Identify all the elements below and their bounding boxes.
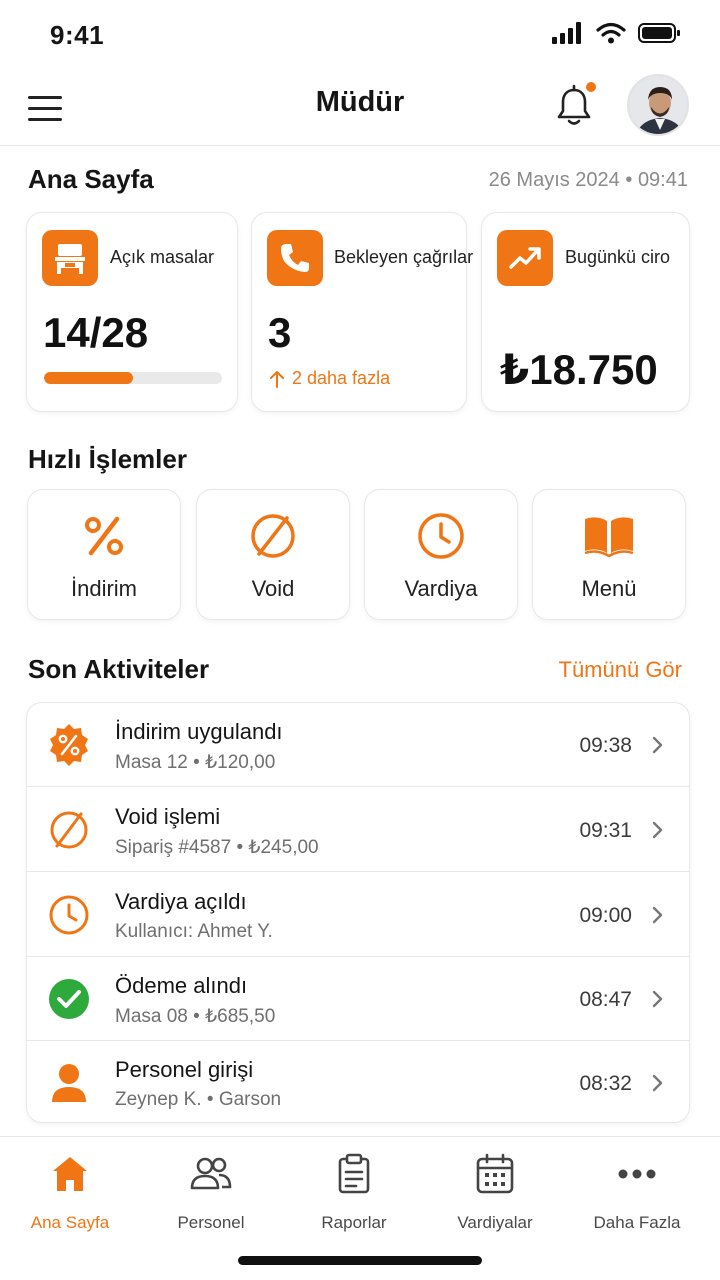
activity-subtitle: Kullanıcı: Ahmet Y. — [115, 921, 273, 942]
chevron-right-icon — [652, 990, 663, 1008]
activity-time: 08:32 — [579, 1072, 632, 1095]
app-header: Müdür — [0, 72, 720, 146]
avatar-image — [629, 76, 687, 134]
see-all-link[interactable]: Tümünü Gör — [559, 657, 683, 683]
pending-calls-trend: 2 daha fazla — [270, 368, 390, 389]
avatar[interactable] — [627, 74, 689, 136]
tab-label: Daha Fazla — [593, 1213, 681, 1232]
tab-reports[interactable]: Raporlar — [284, 1151, 424, 1241]
pending-calls-card[interactable]: Bekleyen çağrılar 3 2 daha fazla — [251, 212, 473, 412]
void-action-button[interactable]: Void — [196, 489, 350, 620]
revenue-value: ₺18.750 — [500, 346, 658, 393]
activity-time: 09:38 — [579, 734, 632, 757]
home-indicator[interactable] — [238, 1256, 482, 1265]
pending-calls-trend-text: 2 daha fazla — [292, 368, 391, 388]
activity-title: Void işlemi — [115, 804, 221, 829]
current-time: 09:41 — [637, 169, 688, 191]
void-icon — [47, 808, 91, 852]
activity-subtitle: Zeynep K. • Garson — [115, 1089, 282, 1110]
chevron-right-icon — [652, 906, 663, 924]
check-circle-icon — [47, 977, 91, 1021]
tab-label: Personel — [177, 1213, 245, 1232]
discount-action-label: İndirim — [70, 576, 137, 601]
activity-row-shift[interactable]: Vardiya açıldı Kullanıcı: Ahmet Y. 09:00 — [27, 873, 689, 957]
signal-icon — [552, 22, 581, 44]
percent-icon — [76, 508, 132, 564]
activity-title: Ödeme alındı — [115, 973, 248, 998]
activity-title: Vardiya açıldı — [115, 889, 247, 914]
activity-row-payment[interactable]: Ödeme alındı Masa 08 • ₺685,50 08:47 — [27, 957, 689, 1041]
clock-icon — [413, 508, 469, 564]
tab-staff[interactable]: Personel — [141, 1151, 281, 1241]
current-date: 26 Mayıs 2024 — [488, 169, 620, 191]
tab-shifts[interactable]: Vardiyalar — [425, 1151, 565, 1241]
activity-time: 08:47 — [579, 988, 632, 1011]
shift-action-button[interactable]: Vardiya — [364, 489, 518, 620]
arrow-up-icon — [270, 370, 284, 388]
activities-title: Son Aktiviteler — [28, 654, 210, 684]
calendar-icon — [472, 1151, 518, 1197]
activity-title: Personel girişi — [115, 1057, 254, 1082]
wifi-icon — [596, 22, 626, 44]
phone-icon — [267, 230, 323, 286]
battery-icon — [638, 23, 680, 43]
discount-badge-icon — [47, 723, 91, 767]
open-tables-value: 14/28 — [43, 309, 149, 356]
clipboard-icon — [331, 1151, 377, 1197]
trending-up-icon — [497, 230, 553, 286]
activity-row-void[interactable]: Void işlemi Sipariş #4587 • ₺245,00 09:3… — [27, 788, 689, 872]
open-tables-label: Açık masalar — [110, 247, 215, 267]
book-icon — [581, 508, 637, 564]
chevron-right-icon — [652, 736, 663, 754]
status-bar: 9:41 — [0, 0, 720, 72]
notification-dot — [586, 82, 596, 92]
people-icon — [188, 1151, 234, 1197]
tab-label: Vardiyalar — [457, 1213, 533, 1232]
tab-more[interactable]: Daha Fazla — [567, 1151, 707, 1241]
activity-subtitle: Masa 12 • ₺120,00 — [115, 752, 276, 773]
chevron-right-icon — [652, 1074, 663, 1092]
menu-action-button[interactable]: Menü — [532, 489, 686, 620]
clock-icon — [47, 893, 91, 937]
revenue-label: Bugünkü ciro — [565, 247, 671, 267]
status-icons — [552, 22, 682, 44]
status-time: 9:41 — [50, 20, 105, 50]
activity-time: 09:31 — [579, 819, 632, 842]
date-time-line: 26 Mayıs 2024 • 09:41 — [488, 169, 688, 191]
revenue-card[interactable]: Bugünkü ciro ₺18.750 — [481, 212, 690, 412]
activity-subtitle: Sipariş #4587 • ₺245,00 — [115, 837, 319, 858]
home-icon — [47, 1151, 93, 1197]
pending-calls-value: 3 — [268, 309, 292, 356]
activity-title: İndirim uygulandı — [115, 719, 283, 744]
chevron-right-icon — [652, 821, 663, 839]
activity-list: İndirim uygulandı Masa 12 • ₺120,00 09:3… — [26, 702, 690, 1123]
discount-action-button[interactable]: İndirim — [27, 489, 181, 620]
activity-row-staff-login[interactable]: Personel girişi Zeynep K. • Garson 08:32 — [27, 1041, 689, 1122]
activity-time: 09:00 — [579, 904, 632, 927]
overview-title: Ana Sayfa — [28, 164, 154, 194]
open-tables-card[interactable]: Açık masalar 14/28 — [26, 212, 238, 412]
shift-action-label: Vardiya — [404, 576, 478, 601]
table-icon — [42, 230, 98, 286]
more-icon — [614, 1151, 660, 1197]
open-tables-progress — [44, 372, 222, 384]
page-title: Müdür — [315, 86, 405, 118]
void-action-label: Void — [251, 576, 295, 601]
quick-actions-title: Hızlı İşlemler — [28, 444, 187, 474]
activity-row-discount[interactable]: İndirim uygulandı Masa 12 • ₺120,00 09:3… — [27, 703, 689, 787]
menu-action-label: Menü — [581, 576, 637, 601]
open-tables-progress-fill — [44, 372, 133, 384]
void-icon — [245, 508, 301, 564]
tab-home[interactable]: Ana Sayfa — [0, 1151, 140, 1241]
activity-subtitle: Masa 08 • ₺685,50 — [115, 1006, 276, 1027]
tab-label: Raporlar — [321, 1213, 387, 1232]
tab-label: Ana Sayfa — [30, 1213, 110, 1232]
person-icon — [47, 1061, 91, 1105]
pending-calls-label: Bekleyen çağrılar — [334, 247, 474, 267]
